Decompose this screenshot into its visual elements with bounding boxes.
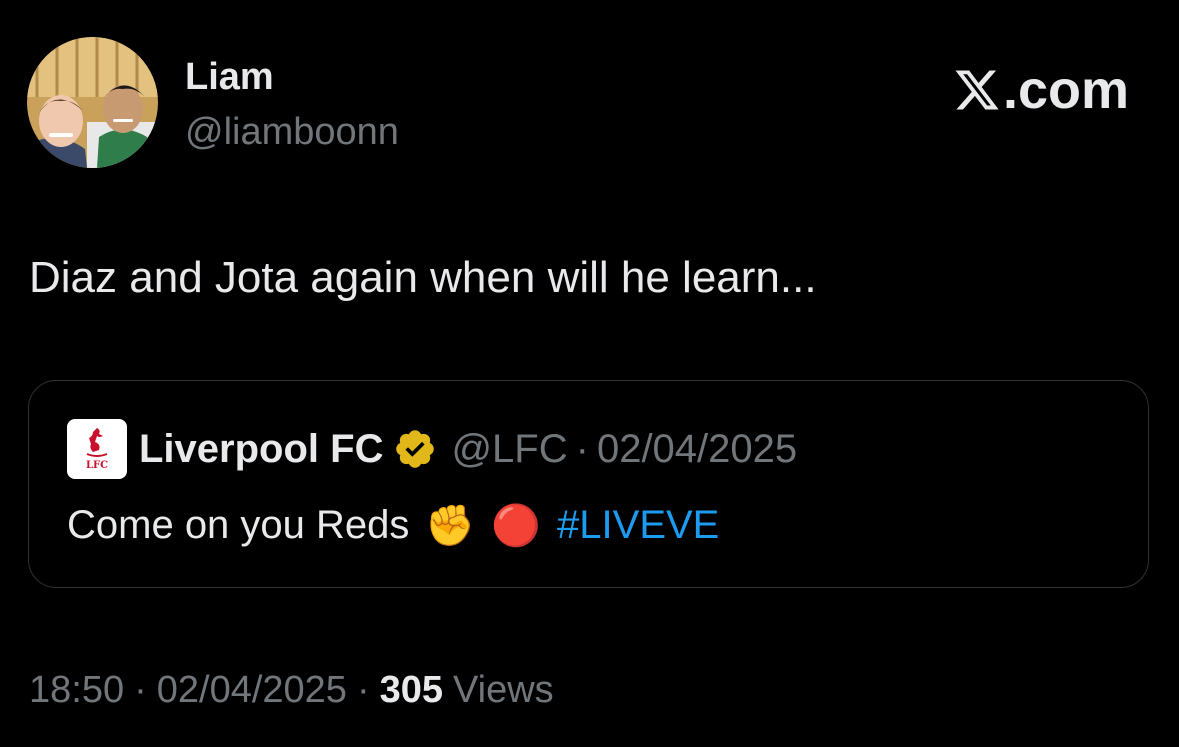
quoted-author-name[interactable]: Liverpool FC [139, 427, 383, 472]
tweet-meta: 18:50 · 02/04/2025 · 305 Views [29, 662, 554, 718]
liverpool-fc-crest-icon[interactable]: LFC [67, 419, 127, 479]
x-com-branding: .com [953, 60, 1129, 120]
quoted-tweet-date[interactable]: 02/04/2025 [597, 427, 797, 472]
svg-text:LFC: LFC [86, 460, 108, 471]
views-label: Views [453, 668, 554, 711]
tweet-time[interactable]: 18:50 [29, 669, 124, 712]
x-logo-icon [955, 70, 999, 110]
red-circle-emoji: 🔴 [491, 503, 542, 548]
dot-separator: · [575, 426, 589, 471]
author-display-name[interactable]: Liam [185, 53, 274, 101]
raised-fist-emoji: ✊ [425, 503, 476, 548]
verified-badge-icon [396, 430, 435, 468]
dot-separator: · [134, 668, 147, 711]
avatar-photo [27, 37, 158, 168]
author-handle[interactable]: @liamboonn [185, 108, 399, 156]
dot-separator: · [356, 668, 370, 711]
views-count: 305 [379, 668, 443, 711]
quoted-tweet-card[interactable]: LFC Liverpool FC @LFC · 02/04/2025 Come … [28, 380, 1149, 588]
tweet-date[interactable]: 02/04/2025 [157, 669, 347, 712]
quoted-tweet-body: Come on you Reds ✊ 🔴 #LIVEVE [67, 497, 719, 553]
quoted-author-handle[interactable]: @LFC [451, 427, 567, 472]
quoted-tweet-header: LFC Liverpool FC @LFC · 02/04/2025 [67, 419, 797, 479]
hashtag-link[interactable]: #LIVEVE [557, 503, 719, 548]
author-avatar[interactable] [27, 37, 158, 168]
quoted-tweet-text: Come on you Reds [67, 502, 410, 547]
brand-domain-text: .com [1002, 60, 1129, 120]
tweet-text: Diaz and Jota again when will he learn..… [29, 253, 817, 302]
